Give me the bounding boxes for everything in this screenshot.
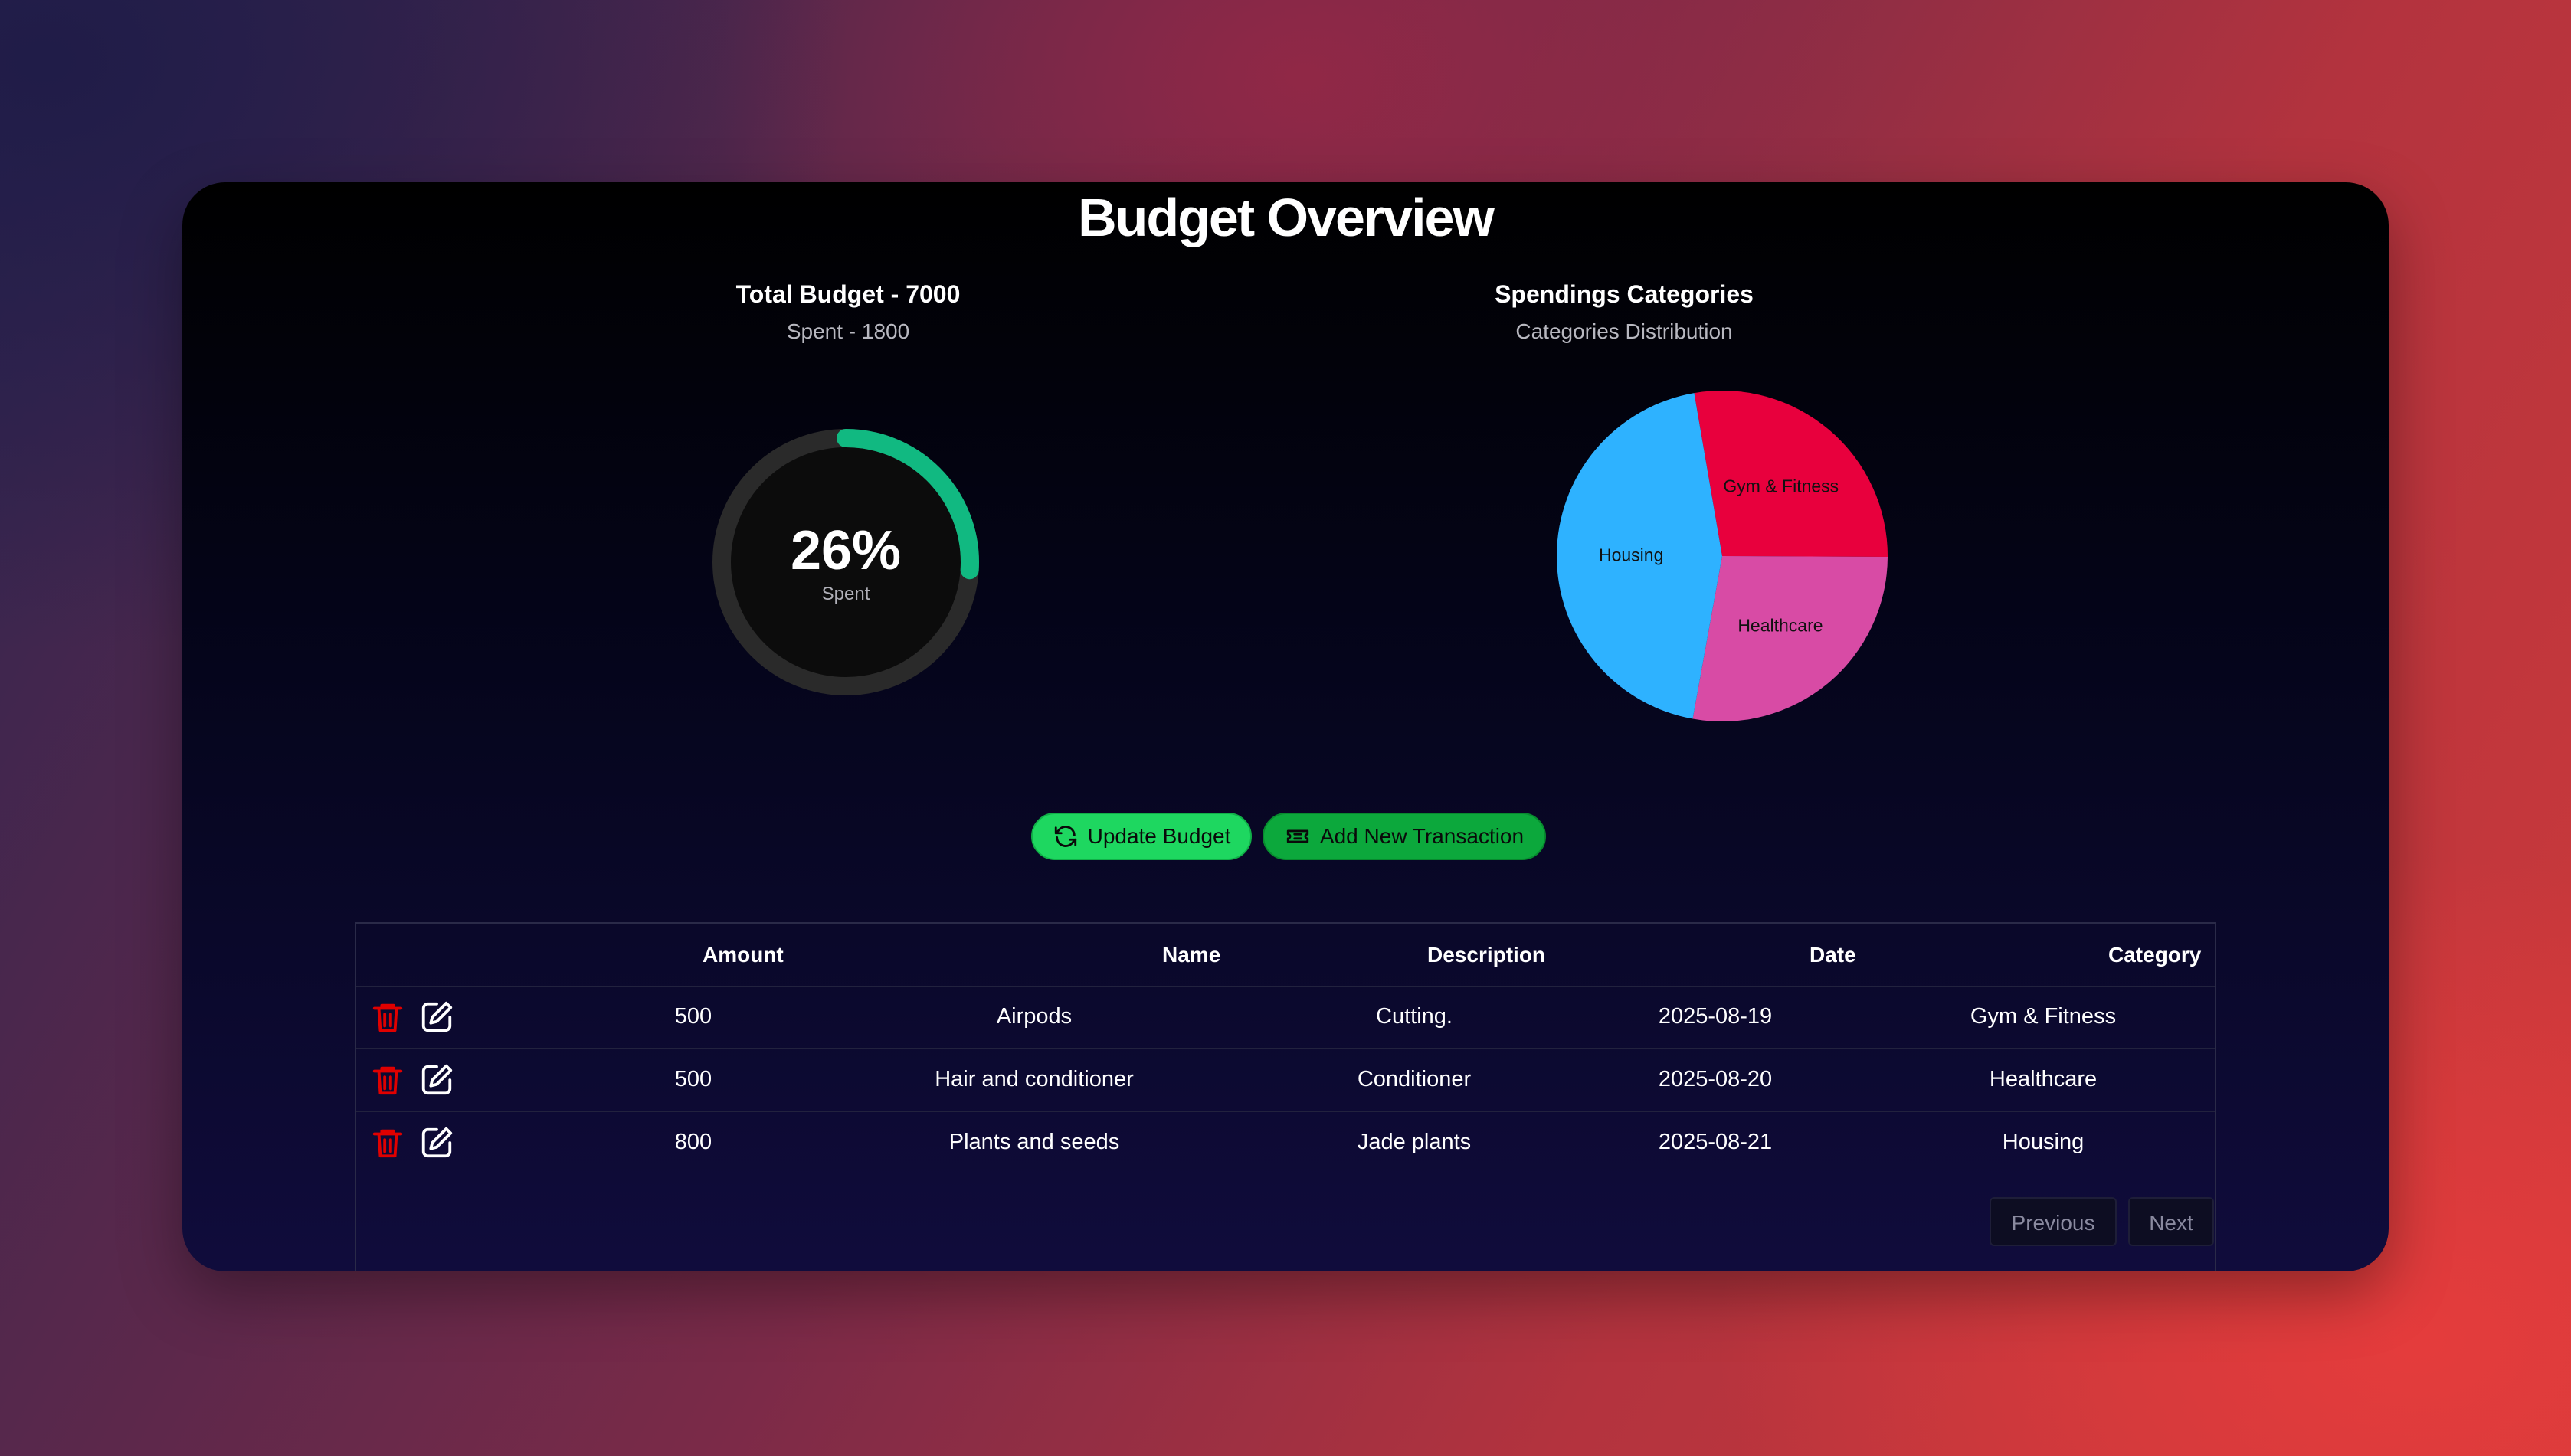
spent-percent-label: Spent — [821, 584, 870, 604]
table-row: 500 Airpods Cutting. 2025-08-19 Gym & Fi… — [356, 986, 2215, 1049]
add-transaction-label: Add New Transaction — [1319, 824, 1525, 848]
cell-date: 2025-08-21 — [1658, 1130, 1773, 1154]
table-row: 500 Hair and conditioner Conditioner 202… — [356, 1049, 2215, 1112]
update-budget-button[interactable]: Update Budget — [1031, 813, 1252, 860]
pie-label: Housing — [1598, 545, 1664, 565]
cell-category: Gym & Fitness — [1970, 1004, 2117, 1029]
cell-amount: 500 — [674, 1067, 712, 1091]
cell-amount: 500 — [674, 1004, 712, 1029]
column-header-date: Date — [1810, 943, 1856, 967]
update-budget-label: Update Budget — [1087, 824, 1231, 848]
column-header-name: Name — [1162, 943, 1221, 967]
ticket-icon — [1286, 829, 1309, 843]
trash-icon[interactable] — [370, 1125, 405, 1160]
column-header-amount: Amount — [703, 943, 784, 967]
column-header-category: Category — [2108, 943, 2202, 967]
pie-label: Gym & Fitness — [1723, 476, 1839, 496]
previous-page-button[interactable]: Previous — [1990, 1197, 2117, 1246]
pie-slice-gym-fitness — [1694, 391, 1888, 557]
total-budget-heading: Total Budget - 7000 — [735, 280, 961, 308]
cell-date: 2025-08-20 — [1658, 1067, 1773, 1091]
cell-name: Hair and conditioner — [935, 1067, 1134, 1091]
next-page-button[interactable]: Next — [2128, 1197, 2214, 1246]
cell-category: Healthcare — [1989, 1067, 2098, 1091]
budget-overview-card: Budget Overview Total Budget - 7000 Spen… — [182, 182, 2389, 1271]
table-header: Amount Name Description Date Category — [356, 924, 2215, 987]
cell-name: Plants and seeds — [948, 1130, 1120, 1154]
refresh-icon — [1054, 826, 1076, 847]
categories-subheading: Categories Distribution — [1515, 319, 1733, 343]
add-transaction-button[interactable]: Add New Transaction — [1263, 813, 1546, 860]
pie-label: Healthcare — [1737, 615, 1823, 636]
cell-description: Jade plants — [1357, 1130, 1472, 1154]
edit-icon[interactable] — [419, 1000, 454, 1035]
trash-icon[interactable] — [370, 1062, 405, 1098]
cell-name: Airpods — [996, 1004, 1073, 1029]
budget-summary-header: Total Budget - 7000 Spent - 1800 — [503, 280, 1193, 344]
cell-description: Conditioner — [1357, 1067, 1472, 1091]
spent-subheading: Spent - 1800 — [786, 319, 910, 343]
edit-icon[interactable] — [419, 1125, 454, 1160]
cell-description: Cutting. — [1376, 1004, 1453, 1029]
transactions-table: Amount Name Description Date Category 50… — [355, 922, 2216, 1271]
trash-icon[interactable] — [370, 1000, 405, 1035]
page-title: Budget Overview — [1078, 188, 1495, 247]
categories-heading: Spendings Categories — [1495, 280, 1754, 308]
table-row: 800 Plants and seeds Jade plants 2025-08… — [356, 1111, 2215, 1173]
categories-header: Spendings Categories Categories Distribu… — [1279, 280, 1969, 344]
pie-slice-healthcare — [1692, 556, 1888, 721]
cell-date: 2025-08-19 — [1658, 1004, 1773, 1029]
edit-icon[interactable] — [419, 1062, 454, 1098]
cell-category: Housing — [2002, 1130, 2085, 1154]
column-header-description: Description — [1427, 943, 1546, 967]
cell-amount: 800 — [674, 1130, 712, 1154]
spent-percent: 26% — [790, 520, 902, 581]
